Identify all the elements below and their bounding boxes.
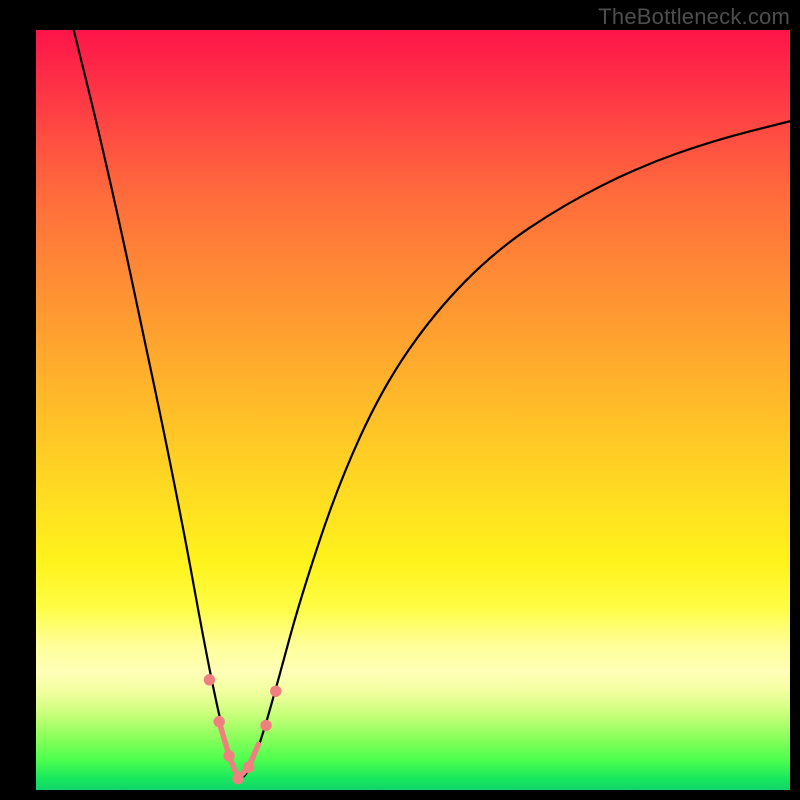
marker-dot xyxy=(243,762,253,772)
marker-dots-group xyxy=(204,675,281,784)
marker-dot xyxy=(214,716,224,726)
marker-dot xyxy=(271,686,281,696)
marker-dot xyxy=(233,773,243,783)
bottleneck-curve-line xyxy=(74,30,790,777)
chart-svg xyxy=(36,30,790,790)
watermark-text: TheBottleneck.com xyxy=(598,4,790,30)
marker-dot xyxy=(224,751,234,761)
marker-dot xyxy=(261,720,271,730)
app-frame: TheBottleneck.com xyxy=(0,0,800,800)
plot-area xyxy=(36,30,790,790)
marker-dot xyxy=(204,675,214,685)
